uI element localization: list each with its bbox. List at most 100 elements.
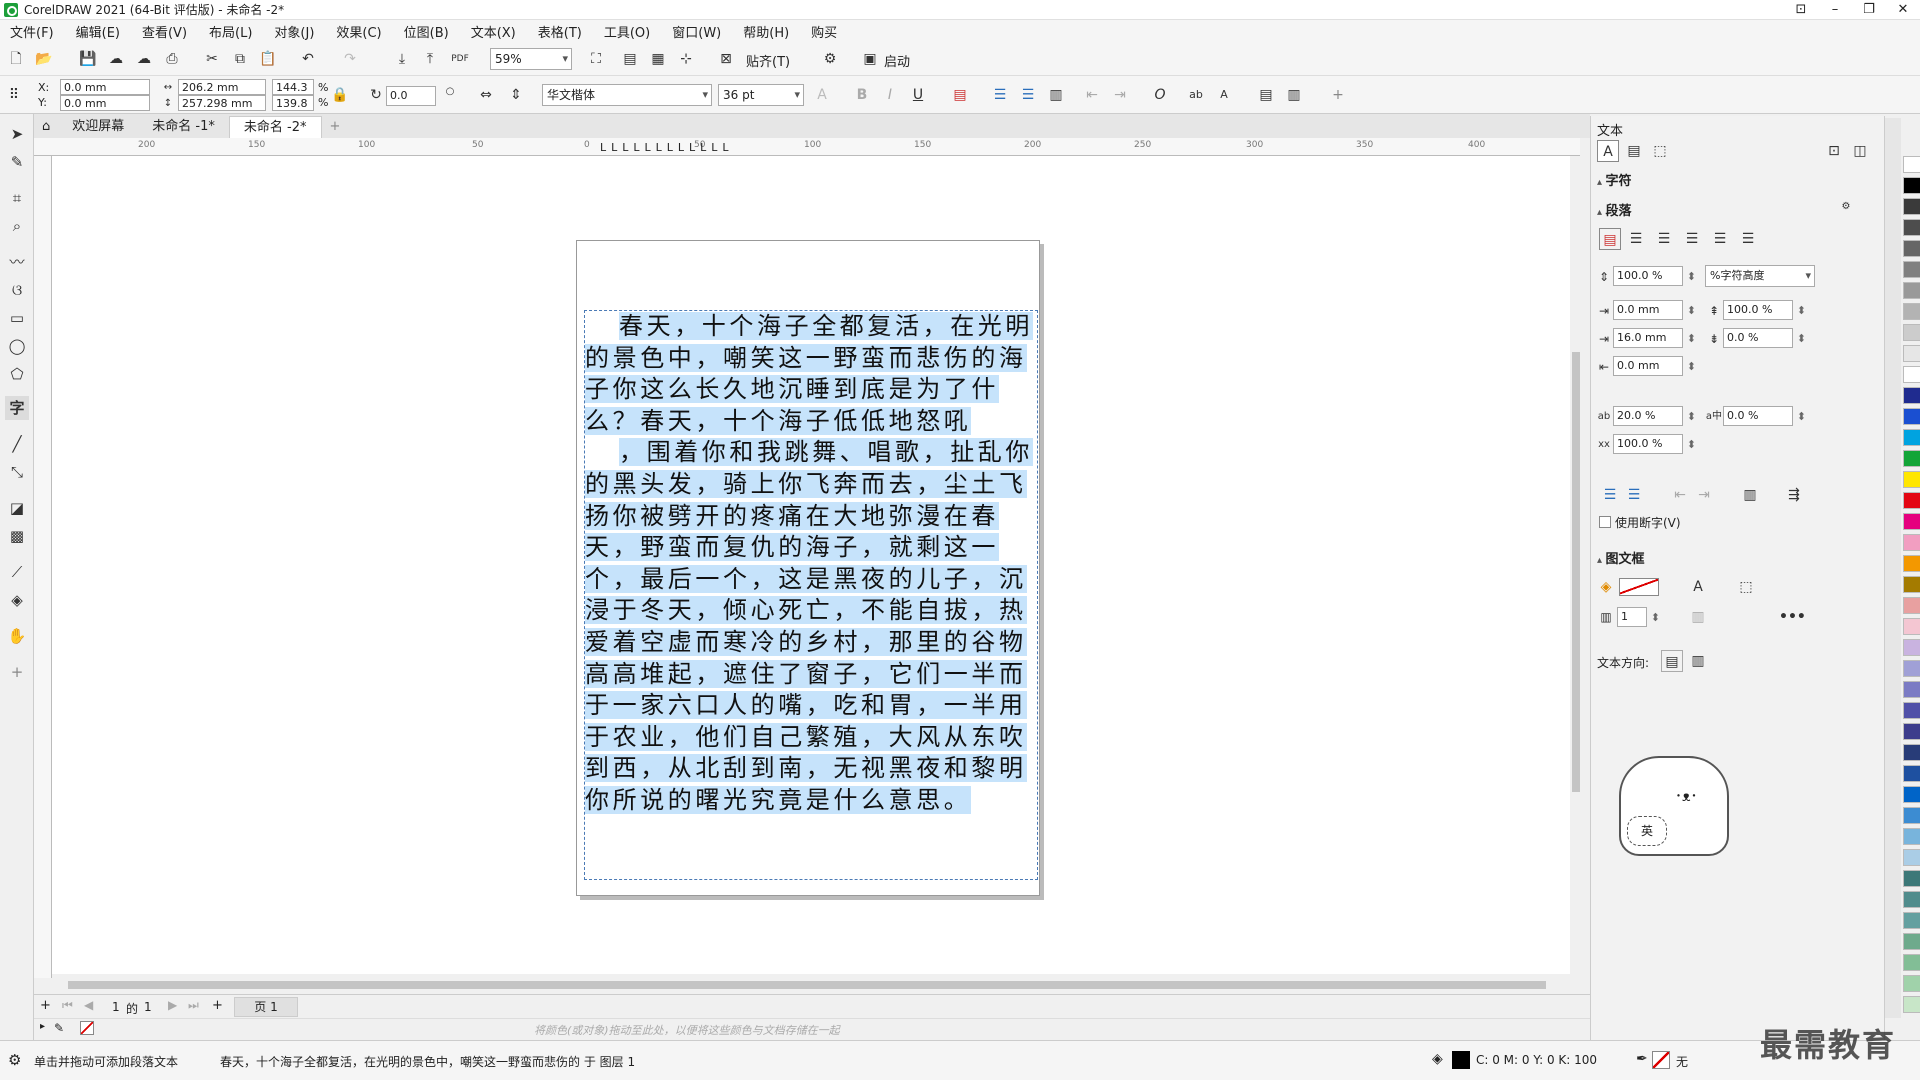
undo-icon[interactable]: ↶ [298, 49, 318, 69]
palette-swatch[interactable] [1903, 513, 1920, 530]
first-line-indent-input[interactable]: 16.0 mm [1613, 328, 1696, 348]
palette-swatch[interactable] [1903, 975, 1920, 992]
tab-untitled-2[interactable]: 未命名 -2* [228, 116, 322, 138]
palette-swatch[interactable] [1903, 786, 1920, 803]
outline-pen-icon[interactable]: ✒ [1636, 1051, 1648, 1067]
account-icon[interactable]: ⊡ [1784, 0, 1818, 20]
palette-swatch[interactable] [1903, 639, 1920, 656]
menu-text[interactable]: 文本(X) [471, 22, 516, 41]
menu-effects[interactable]: 效果(C) [336, 22, 381, 41]
parallel-dimension-tool-icon[interactable]: ╱ [5, 432, 29, 456]
panel-decrease-indent-icon[interactable]: ⇤ [1669, 484, 1691, 506]
palette-swatch[interactable] [1903, 198, 1920, 215]
minimize-button[interactable]: – [1818, 0, 1852, 20]
crop-tool-icon[interactable]: ⌗ [5, 186, 29, 210]
drop-shadow-tool-icon[interactable]: ◪ [5, 496, 29, 520]
palette-swatch[interactable] [1903, 660, 1920, 677]
palette-swatch[interactable] [1903, 849, 1920, 866]
tab-stops-marker[interactable]: LLLLLLLLLLLL [600, 141, 734, 154]
add-property-icon[interactable]: + [1328, 85, 1348, 105]
align-none-icon[interactable]: ▤ [1599, 228, 1621, 250]
palette-swatch[interactable] [1903, 576, 1920, 593]
space-before-input[interactable]: 100.0 % [1723, 300, 1806, 320]
palette-swatch[interactable] [1903, 723, 1920, 740]
grid-icon[interactable]: ▦ [648, 49, 668, 69]
underline-icon[interactable]: U [908, 85, 928, 105]
vertical-text-icon[interactable]: ▥ [1284, 85, 1304, 105]
justify-icon[interactable]: ☰ [1709, 228, 1731, 250]
options-gear-icon[interactable]: ⚙ [820, 49, 840, 69]
no-color-swatch[interactable] [80, 1021, 94, 1035]
prev-page-icon[interactable]: ◀ [84, 998, 93, 1012]
open-icon[interactable]: 📂 [34, 49, 54, 69]
palette-swatch[interactable] [1903, 471, 1920, 488]
palette-swatch[interactable] [1903, 891, 1920, 908]
menu-help[interactable]: 帮助(H) [743, 22, 789, 41]
paragraph-text-frame[interactable]: 春天，十个海子全都复活，在光明的景色中，嘲笑这一野蛮而悲伤的海子你这么长久地沉睡… [584, 310, 1038, 880]
palette-swatch[interactable] [1903, 828, 1920, 845]
next-page-icon[interactable]: ▶ [168, 998, 177, 1012]
last-page-icon[interactable]: ⏭ [188, 998, 199, 1013]
save-icon[interactable]: 💾 [78, 49, 98, 69]
paragraph-tab-icon[interactable]: ▤ [1623, 140, 1645, 162]
column-settings-icon[interactable]: ▥ [1687, 606, 1709, 628]
increase-indent-icon[interactable]: ⇥ [1110, 85, 1130, 105]
palette-swatch[interactable] [1903, 534, 1920, 551]
palette-swatch[interactable] [1903, 219, 1920, 236]
italic-icon[interactable]: I [880, 85, 900, 105]
scale-width-input[interactable]: 144.3 [272, 79, 314, 95]
character-section-header[interactable]: 字符 [1597, 170, 1632, 189]
outline-none-swatch[interactable] [1652, 1051, 1670, 1069]
palette-swatch[interactable] [1903, 324, 1920, 341]
more-options-icon[interactable]: ••• [1779, 606, 1806, 628]
font-family-select[interactable]: 华文楷体 [542, 84, 712, 106]
text-align-icon[interactable]: ▤ [950, 85, 970, 105]
menu-object[interactable]: 对象(J) [274, 22, 314, 41]
align-left-icon[interactable]: ☰ [1625, 228, 1647, 250]
print-icon[interactable]: ⎙ [162, 49, 182, 69]
palette-swatch[interactable] [1903, 261, 1920, 278]
palette-swatch[interactable] [1903, 303, 1920, 320]
frame-section-header[interactable]: 图文框 [1597, 548, 1645, 567]
paste-icon[interactable]: 📋 [258, 49, 278, 69]
palette-swatch[interactable] [1903, 156, 1920, 173]
horizontal-direction-icon[interactable]: ▤ [1661, 650, 1683, 672]
palette-side-tabs[interactable] [1885, 118, 1901, 1018]
horizontal-scroll-thumb[interactable] [68, 981, 1546, 989]
drop-cap-icon[interactable]: ▥ [1046, 85, 1066, 105]
cloud-upload-icon[interactable]: ☁ [106, 49, 126, 69]
menu-view[interactable]: 查看(V) [142, 22, 187, 41]
panel-numbering-icon[interactable]: ☰ [1623, 484, 1645, 506]
mirror-horizontal-icon[interactable]: ⇔ [476, 85, 496, 105]
tab-untitled-1[interactable]: 未命名 -1* [138, 116, 229, 138]
line-spacing-unit-select[interactable]: %字符高度 [1705, 265, 1815, 287]
frame-tab-icon[interactable]: ⬚ [1649, 140, 1671, 162]
bold-icon[interactable]: B [852, 85, 872, 105]
vertical-direction-icon[interactable]: ▥ [1687, 650, 1709, 672]
fill-icon[interactable]: ◈ [1432, 1051, 1443, 1067]
language-spacing-input[interactable]: 0.0 % [1723, 406, 1806, 426]
add-tool-icon[interactable]: + [5, 660, 29, 684]
export-icon[interactable]: ⤒ [420, 49, 440, 69]
paragraph-1[interactable]: 春天，十个海子全都复活，在光明的景色中，嘲笑这一野蛮而悲伤的海子你这么长久地沉睡… [585, 311, 1037, 437]
ellipse-tool-icon[interactable]: ◯ [5, 334, 29, 358]
panel-drop-cap-icon[interactable]: ▥ [1739, 484, 1761, 506]
close-button[interactable]: ✕ [1886, 0, 1920, 20]
interactive-fill-tool-icon[interactable]: ◈ [5, 588, 29, 612]
numbered-list-icon[interactable]: ☰ [1018, 85, 1038, 105]
transparency-tool-icon[interactable]: ▩ [5, 524, 29, 548]
redo-icon[interactable]: ↷ [340, 49, 360, 69]
x-position-input[interactable]: 0.0 mm [60, 79, 150, 95]
palette-swatch[interactable] [1903, 954, 1920, 971]
align-right-icon[interactable]: ☰ [1681, 228, 1703, 250]
copy-icon[interactable]: ⧉ [230, 49, 250, 69]
palette-swatch[interactable] [1903, 240, 1920, 257]
panel-bullets-icon[interactable]: ☰ [1599, 484, 1621, 506]
page-1-tab[interactable]: 页 1 [234, 997, 298, 1017]
align-center-icon[interactable]: ☰ [1653, 228, 1675, 250]
width-input[interactable]: 206.2 mm [178, 79, 266, 95]
line-spacing-input[interactable]: 100.0 % [1613, 266, 1696, 286]
guidelines-icon[interactable]: ⊹ [676, 49, 696, 69]
font-size-select[interactable]: 36 pt [718, 84, 804, 106]
status-gear-icon[interactable]: ⚙ [8, 1051, 21, 1069]
